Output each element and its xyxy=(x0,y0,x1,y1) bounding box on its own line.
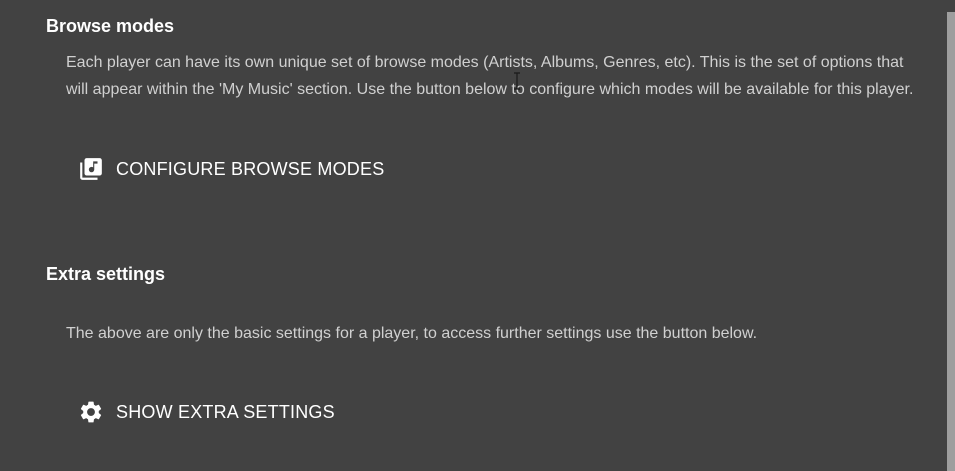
settings-content: Browse modes Each player can have its ow… xyxy=(0,0,945,471)
player-settings-page: Browse modes Each player can have its ow… xyxy=(0,0,955,471)
show-extra-settings-button[interactable]: SHOW EXTRA SETTINGS xyxy=(72,392,341,432)
show-extra-settings-label: SHOW EXTRA SETTINGS xyxy=(116,401,335,422)
extra-settings-heading: Extra settings xyxy=(46,264,166,284)
scrollbar-thumb[interactable] xyxy=(947,12,955,471)
configure-browse-modes-button[interactable]: CONFIGURE BROWSE MODES xyxy=(72,149,390,189)
browse-modes-description: Each player can have its own unique set … xyxy=(66,54,914,98)
text-cursor-icon xyxy=(513,72,521,90)
extra-settings-description: The above are only the basic settings fo… xyxy=(66,325,758,342)
scrollbar-track[interactable] xyxy=(945,0,955,471)
browse-modes-heading: Browse modes xyxy=(46,16,175,36)
library-music-icon xyxy=(78,156,104,182)
configure-browse-modes-label: CONFIGURE BROWSE MODES xyxy=(116,158,385,179)
gear-icon xyxy=(78,399,104,425)
